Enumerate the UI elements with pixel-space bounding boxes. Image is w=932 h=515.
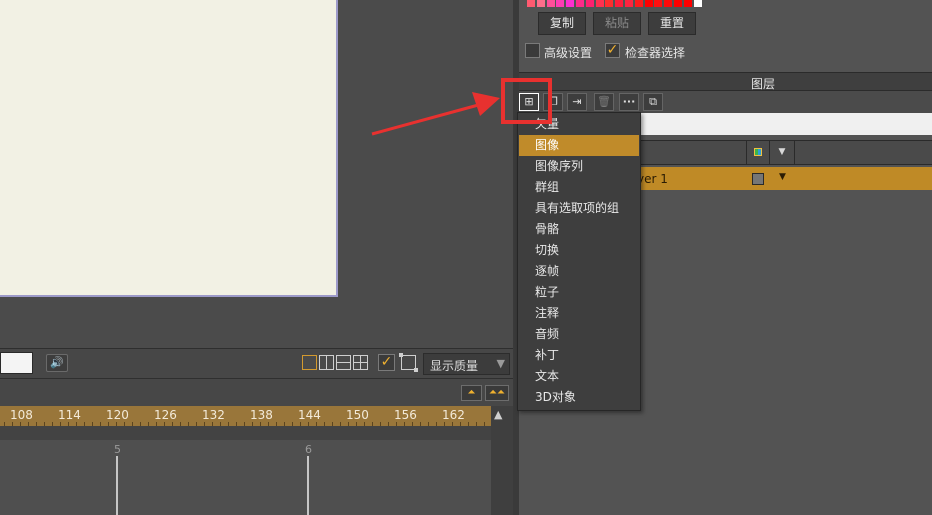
- ruler-tick-label: 156: [394, 408, 417, 422]
- ruler-tick-label: 138: [250, 408, 273, 422]
- timeline-scrollbar[interactable]: [491, 406, 513, 515]
- color-swatch[interactable]: [693, 0, 702, 7]
- zoom-input[interactable]: [0, 352, 33, 374]
- paste-button[interactable]: 粘贴: [593, 12, 641, 35]
- transform-icon[interactable]: [399, 353, 418, 372]
- ruler-tick-label: 132: [202, 408, 225, 422]
- advanced-settings-checkbox[interactable]: [525, 43, 540, 58]
- advanced-settings-label: 高级设置: [544, 46, 593, 60]
- ruler-strip: [0, 426, 491, 440]
- menu-item[interactable]: 补丁: [519, 345, 639, 366]
- frame-marker-line[interactable]: [116, 456, 118, 515]
- layers-panel-title: 图层: [751, 77, 776, 91]
- timeline-toolbar: ⏶ ⏶⏶: [0, 378, 513, 406]
- frame-marker-line[interactable]: [307, 456, 309, 515]
- color-swatches[interactable]: [527, 0, 704, 7]
- color-swatch[interactable]: [634, 0, 643, 7]
- layer-dropdown-icon[interactable]: ▼: [779, 172, 786, 182]
- canvas-stage[interactable]: [0, 0, 338, 297]
- ruler-tick-label: 144: [298, 408, 321, 422]
- menu-item[interactable]: 音频: [519, 324, 639, 345]
- timeline-body[interactable]: [0, 440, 491, 515]
- color-swatch[interactable]: [625, 0, 633, 7]
- layer-search-input[interactable]: [637, 113, 932, 135]
- menu-item[interactable]: 注释: [519, 303, 639, 324]
- frame-marker-label: 5: [114, 443, 121, 456]
- color-swatch[interactable]: [595, 0, 604, 7]
- frame-marker-label: 6: [305, 443, 312, 456]
- timeline-ruler[interactable]: 108 114 120 126 132 138 144 150 156 162: [0, 406, 491, 426]
- reset-button[interactable]: 重置: [648, 12, 696, 35]
- four-view-icon[interactable]: [353, 355, 368, 370]
- two-column-view-icon[interactable]: [319, 355, 334, 370]
- single-view-icon[interactable]: [302, 355, 317, 370]
- color-label-icon: [754, 148, 762, 156]
- import-layer-icon[interactable]: ⇥: [567, 93, 587, 111]
- triangle-up-icon[interactable]: ▲: [494, 408, 502, 421]
- ruler-tick-label: 108: [10, 408, 33, 422]
- view-check-icon[interactable]: ✓: [378, 354, 395, 371]
- color-swatch[interactable]: [546, 0, 555, 7]
- menu-item[interactable]: 具有选取项的组: [519, 198, 639, 219]
- color-swatch[interactable]: [536, 0, 545, 7]
- menu-item[interactable]: 逐帧: [519, 261, 639, 282]
- triangle-down-icon: ▼: [496, 357, 505, 370]
- canvas-area[interactable]: [0, 0, 513, 348]
- color-swatch[interactable]: [585, 0, 594, 7]
- menu-item[interactable]: 粒子: [519, 282, 639, 303]
- layer-color-swatch[interactable]: [752, 173, 764, 185]
- menu-item[interactable]: 图像: [519, 135, 639, 156]
- color-swatch[interactable]: [605, 0, 614, 7]
- color-swatch[interactable]: [566, 0, 575, 7]
- layers-panel-header[interactable]: 图层: [519, 72, 932, 91]
- menu-item[interactable]: 图像序列: [519, 156, 639, 177]
- stack-icon[interactable]: ⧉: [643, 93, 663, 111]
- color-swatch[interactable]: [654, 0, 663, 7]
- color-swatch[interactable]: [527, 0, 535, 7]
- menu-item[interactable]: 骨骼: [519, 219, 639, 240]
- menu-item[interactable]: 群组: [519, 177, 639, 198]
- column-dropdown-icon[interactable]: ▼: [769, 141, 795, 164]
- new-layer-menu: 矢量 图像 图像序列 群组 具有选取项的组 骨骼 切换 逐帧 粒子 注释 音频 补丁 文本 3D对象: [517, 112, 641, 411]
- color-swatch[interactable]: [576, 0, 584, 7]
- color-swatch[interactable]: [615, 0, 624, 7]
- quality-label: 显示质量: [430, 359, 479, 373]
- menu-item[interactable]: 3D对象: [519, 387, 639, 408]
- trash-icon[interactable]: 🗑: [594, 93, 614, 111]
- ruler-tick-label: 150: [346, 408, 369, 422]
- ruler-tick-label: 126: [154, 408, 177, 422]
- annotation-arrow-icon: [371, 92, 500, 136]
- view-bar: 🔊 ✓ 显示质量 ▼: [0, 348, 513, 378]
- inspector-select-checkbox[interactable]: ✓: [605, 43, 620, 58]
- color-swatch[interactable]: [674, 0, 682, 7]
- ruler-tick-label: 162: [442, 408, 465, 422]
- inspector-select-label: 检查器选择: [625, 46, 686, 60]
- copy-button[interactable]: 复制: [538, 12, 586, 35]
- quality-select[interactable]: 显示质量 ▼: [423, 353, 510, 375]
- more-icon[interactable]: ···: [619, 93, 639, 111]
- color-swatch[interactable]: [556, 0, 565, 7]
- onion-range-icon[interactable]: ⏶⏶: [485, 385, 509, 401]
- onion-skin-icon[interactable]: ⏶: [461, 385, 482, 401]
- ruler-tick-label: 114: [58, 408, 81, 422]
- color-swatch[interactable]: [664, 0, 673, 7]
- color-swatch[interactable]: [644, 0, 653, 7]
- menu-item[interactable]: 文本: [519, 366, 639, 387]
- ruler-tick-label: 120: [106, 408, 129, 422]
- layer-name: yer 1: [637, 172, 668, 186]
- menu-item[interactable]: 切换: [519, 240, 639, 261]
- two-row-view-icon[interactable]: [336, 355, 351, 370]
- speaker-icon[interactable]: 🔊: [46, 354, 68, 372]
- color-swatch[interactable]: [683, 0, 692, 7]
